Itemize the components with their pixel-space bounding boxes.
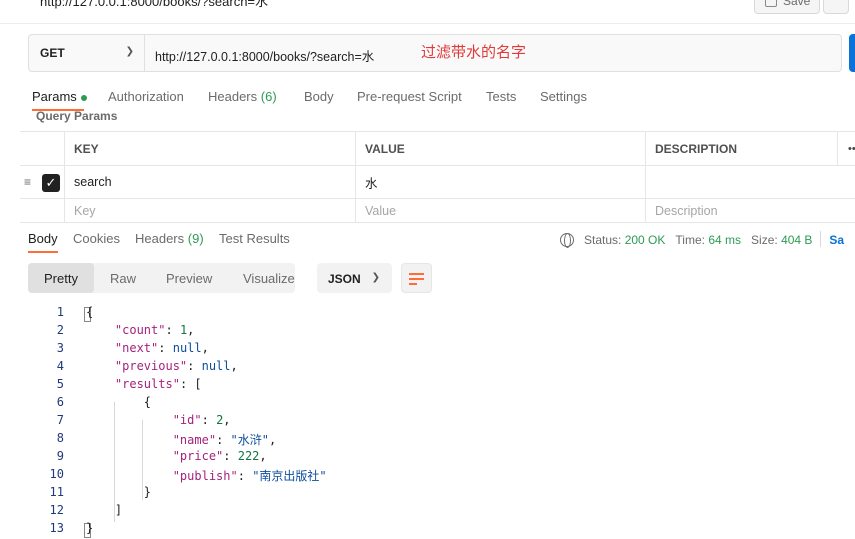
column-header-key: KEY [64, 132, 356, 165]
tab-cookies[interactable]: Cookies [73, 231, 120, 246]
query-params-label: Query Params [36, 109, 118, 123]
line-number: 3 [56, 341, 64, 355]
code-text: { [86, 305, 94, 319]
column-header-description: DESCRIPTION [645, 132, 838, 165]
code-text: ] [86, 503, 123, 517]
table-header-row: KEY VALUE DESCRIPTION •• [20, 131, 855, 165]
tab-body[interactable]: Body [304, 89, 334, 104]
line-number: 12 [49, 503, 64, 517]
status-value[interactable]: 200 OK [625, 233, 666, 247]
param-value-cell[interactable]: 水 [355, 166, 646, 198]
save-button[interactable]: Save [754, 0, 820, 14]
method-select[interactable]: GET ❯ [29, 35, 145, 71]
size-value[interactable]: 404 B [781, 233, 812, 247]
table-row: ≡ ✓ search 水 [20, 165, 855, 198]
code-text: "publish": "南京出版社" [172, 469, 327, 483]
view-preview[interactable]: Preview [166, 263, 212, 293]
globe-icon[interactable] [560, 233, 574, 248]
param-key-cell[interactable]: search [64, 166, 356, 198]
code-text: "results": [ [114, 377, 202, 391]
tab-settings[interactable]: Settings [540, 89, 587, 104]
request-name[interactable]: http://127.0.0.1:8000/books/?search=水 [40, 0, 268, 10]
drag-handle-icon[interactable]: ≡ [24, 166, 31, 198]
tab-headers[interactable]: Headers (6) [208, 89, 277, 104]
line-number: 5 [56, 377, 64, 391]
key-placeholder[interactable]: Key [64, 199, 356, 222]
line-number: 7 [56, 413, 64, 427]
checkbox-checked-icon[interactable]: ✓ [42, 174, 60, 192]
annotation-text: 过滤带水的名字 [421, 44, 527, 61]
active-response-tab-indicator [28, 251, 58, 253]
code-text: } [86, 521, 94, 535]
more-icon[interactable]: •• [848, 132, 855, 165]
view-pretty[interactable]: Pretty [28, 263, 94, 293]
wrap-lines-icon[interactable] [401, 263, 432, 293]
tab-test-results[interactable]: Test Results [219, 231, 290, 246]
save-options-button[interactable] [823, 0, 849, 14]
method-label: GET [40, 46, 65, 60]
code-text: "name": "水浒", [172, 433, 277, 447]
code-text: } [86, 485, 152, 499]
description-placeholder[interactable]: Description [645, 199, 855, 222]
line-number: 11 [49, 485, 64, 499]
view-visualize[interactable]: Visualize [243, 263, 295, 293]
tab-params[interactable]: Params [32, 89, 87, 104]
save-response-button[interactable]: Sa [829, 233, 844, 247]
format-label: JSON [328, 272, 361, 286]
tab-tests[interactable]: Tests [486, 89, 516, 104]
params-indicator-dot [80, 94, 87, 101]
view-raw[interactable]: Raw [110, 263, 136, 293]
send-button[interactable] [849, 34, 855, 72]
line-number: 13 [49, 521, 64, 535]
code-text: "price": 222, [172, 449, 267, 463]
value-placeholder[interactable]: Value [355, 199, 646, 222]
tab-response-headers[interactable]: Headers (9) [135, 231, 204, 246]
code-text: "id": 2, [172, 413, 231, 427]
time-value[interactable]: 64 ms [708, 233, 741, 247]
request-title-bar: http://127.0.0.1:8000/books/?search=水 Sa… [0, 0, 855, 24]
view-mode-bar: Pretty Raw Preview Visualize [28, 263, 295, 293]
save-label: Save [783, 0, 811, 8]
chevron-down-icon: ❯ [371, 272, 380, 283]
tab-response-body[interactable]: Body [28, 231, 58, 246]
column-header-value: VALUE [355, 132, 646, 165]
line-number: 6 [56, 395, 64, 409]
line-number: 1 [56, 305, 64, 319]
code-text: "next": null, [114, 341, 209, 355]
code-text: "count": 1, [114, 323, 195, 337]
save-icon [765, 0, 777, 7]
code-text: { [86, 395, 152, 409]
response-status-bar: Status: 200 OK Time: 64 ms Size: 404 B Sa [560, 231, 844, 248]
line-number: 9 [56, 449, 64, 463]
tab-authorization[interactable]: Authorization [108, 89, 184, 104]
format-select[interactable]: JSON ❯ [317, 263, 392, 293]
url-input[interactable]: http://127.0.0.1:8000/books/?search=水 [155, 46, 374, 65]
code-text: "previous": null, [114, 359, 238, 373]
line-number: 10 [49, 467, 64, 481]
chevron-down-icon: ❯ [125, 46, 134, 57]
divider [820, 231, 822, 247]
line-number: 8 [56, 431, 64, 445]
line-number: 2 [56, 323, 64, 337]
tab-prerequest-script[interactable]: Pre-request Script [357, 89, 462, 104]
param-description-cell[interactable] [645, 166, 855, 198]
table-row-new: Key Value Description [20, 198, 855, 223]
line-number: 4 [56, 359, 64, 373]
